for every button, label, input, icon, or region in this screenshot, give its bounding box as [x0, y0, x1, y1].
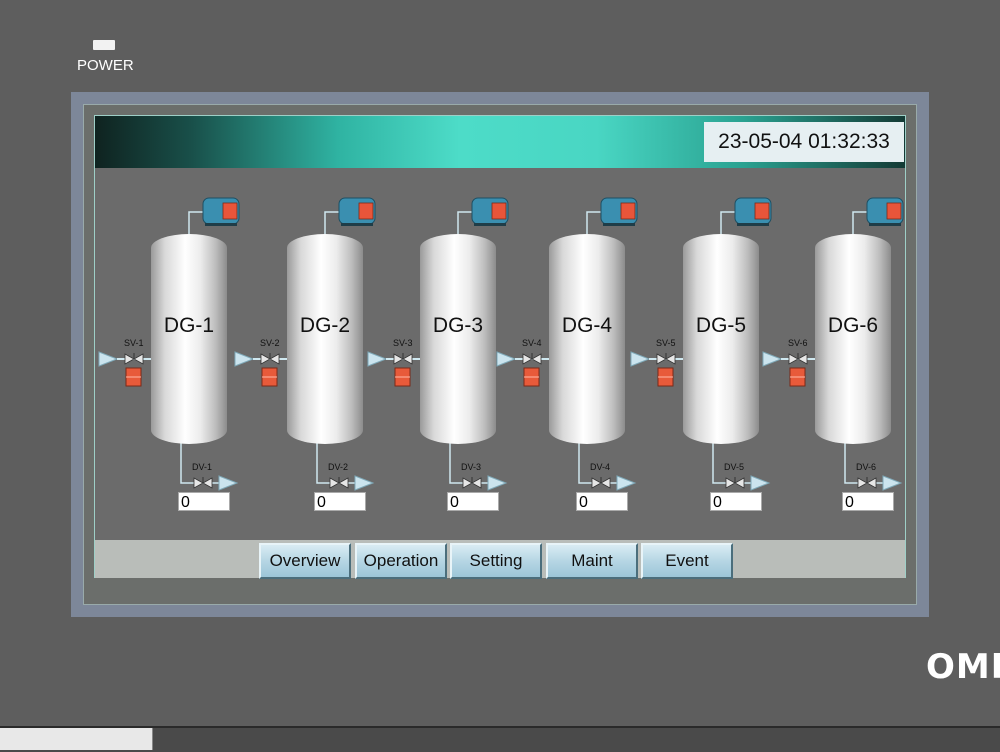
hmi-screen: 23-05-04 01:32:33 DG-1 SV-1 DV-1 0 DG-2 SV-2 D… [83, 104, 917, 605]
flow-arrow-icon [882, 475, 903, 491]
nav-button-overview[interactable]: Overview [259, 543, 351, 579]
drain-valve-label: DV-1 [192, 462, 213, 472]
supply-valve-icon[interactable] [124, 353, 144, 365]
motor-pipe [188, 211, 203, 236]
supply-valve-label: SV-2 [260, 338, 280, 348]
flow-arrow-icon [630, 351, 651, 367]
tank-label: DG-1 [163, 314, 215, 337]
motor-pipe [586, 211, 601, 236]
drain-valve-icon[interactable] [329, 477, 349, 489]
flow-arrow-icon [367, 351, 388, 367]
motor-pipe [324, 211, 339, 236]
screen-header: 23-05-04 01:32:33 [95, 116, 905, 168]
supply-valve-label: SV-5 [656, 338, 676, 348]
tank-label: DG-4 [561, 314, 613, 337]
motor-base [603, 223, 635, 226]
drain-valve-icon[interactable] [193, 477, 213, 489]
motor-base [737, 223, 769, 226]
nav-button-maint[interactable]: Maint [546, 543, 638, 579]
motor-base [205, 223, 237, 226]
motor-base [474, 223, 506, 226]
supply-valve-icon[interactable] [522, 353, 542, 365]
supply-valve-icon[interactable] [656, 353, 676, 365]
flow-arrow-icon [496, 351, 517, 367]
nav-button-setting[interactable]: Setting [450, 543, 542, 579]
motor-status-icon [886, 202, 902, 220]
tank-vessel[interactable] [683, 234, 759, 444]
flow-arrow-icon [762, 351, 783, 367]
motor-status-icon [754, 202, 770, 220]
drain-valve-label: DV-6 [856, 462, 877, 472]
drain-value-field[interactable]: 0 [576, 492, 628, 511]
tank-vessel[interactable] [549, 234, 625, 444]
drain-valve-icon[interactable] [591, 477, 611, 489]
motor-base [341, 223, 373, 226]
drain-value-field[interactable]: 0 [842, 492, 894, 511]
flow-arrow-icon [354, 475, 375, 491]
process-diagram: DG-1 SV-1 DV-1 0 DG-2 SV-2 DV-2 0 DG-3 SV-3 DV-3 0 D… [95, 168, 905, 538]
flow-arrow-icon [616, 475, 637, 491]
drain-value-field[interactable]: 0 [447, 492, 499, 511]
motor-status-icon [358, 202, 374, 220]
nav-button-operation[interactable]: Operation [355, 543, 447, 579]
drain-valve-label: DV-4 [590, 462, 611, 472]
drain-valve-label: DV-2 [328, 462, 349, 472]
datetime-display: 23-05-04 01:32:33 [704, 122, 904, 162]
supply-valve-label: SV-3 [393, 338, 413, 348]
supply-valve-label: SV-6 [788, 338, 808, 348]
supply-valve-icon[interactable] [260, 353, 280, 365]
drain-valve-label: DV-5 [724, 462, 745, 472]
taskbar-tab[interactable] [0, 728, 153, 750]
drain-value-field[interactable]: 0 [710, 492, 762, 511]
supply-valve-label: SV-1 [124, 338, 144, 348]
drain-valve-icon[interactable] [857, 477, 877, 489]
nav-button-event[interactable]: Event [641, 543, 733, 579]
drain-value-field[interactable]: 0 [178, 492, 230, 511]
tank-vessel[interactable] [815, 234, 891, 444]
flow-arrow-icon [487, 475, 508, 491]
drain-valve-icon[interactable] [462, 477, 482, 489]
drain-valve-label: DV-3 [461, 462, 482, 472]
motor-pipe [457, 211, 472, 236]
flow-arrow-icon [98, 351, 119, 367]
tank-vessel[interactable] [287, 234, 363, 444]
motor-status-icon [491, 202, 507, 220]
tank-label: DG-3 [432, 314, 484, 337]
supply-valve-icon[interactable] [788, 353, 808, 365]
motor-status-icon [620, 202, 636, 220]
power-label: POWER [77, 57, 134, 74]
hmi-display-area: 23-05-04 01:32:33 DG-1 SV-1 DV-1 0 DG-2 SV-2 D… [94, 115, 906, 579]
tank-label: DG-5 [695, 314, 747, 337]
brand-logo: OMRON [926, 647, 1000, 687]
drain-valve-icon[interactable] [725, 477, 745, 489]
tank-vessel[interactable] [420, 234, 496, 444]
motor-status-icon [222, 202, 238, 220]
supply-valve-label: SV-4 [522, 338, 542, 348]
navigation-bar: Overview Operation Setting Maint Event [95, 540, 905, 579]
motor-pipe [720, 211, 735, 236]
supply-valve-icon[interactable] [393, 353, 413, 365]
tank-vessel[interactable] [151, 234, 227, 444]
motor-pipe [852, 211, 867, 236]
power-indicator-led [93, 40, 115, 50]
flow-arrow-icon [750, 475, 771, 491]
tank-label: DG-2 [299, 314, 351, 337]
tank-label: DG-6 [827, 314, 879, 337]
flow-arrow-icon [218, 475, 239, 491]
flow-arrow-icon [234, 351, 255, 367]
motor-base [869, 223, 901, 226]
drain-value-field[interactable]: 0 [314, 492, 366, 511]
